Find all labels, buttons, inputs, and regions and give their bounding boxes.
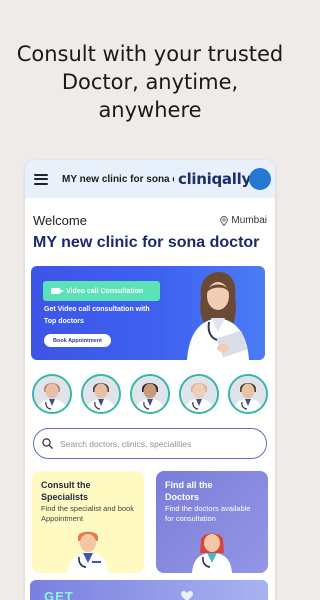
consult-specialists-card[interactable]: Consult the Specialists Find the special… bbox=[32, 471, 144, 573]
video-consultation-banner[interactable]: Video call Consultation Get Video call c… bbox=[31, 266, 265, 360]
find-doctors-title: Find all the Doctors bbox=[165, 480, 213, 502]
welcome-row: Welcome Mumbai bbox=[25, 213, 275, 228]
doctor-5-portrait bbox=[230, 376, 266, 412]
cliniqally-logo: cliniqally bbox=[178, 170, 251, 188]
clinic-title: MY new clinic for sona doctor bbox=[33, 234, 260, 251]
video-call-tag-label: Video call Consultation bbox=[66, 287, 144, 295]
banner-description: Get Video call consultation with Top doc… bbox=[44, 306, 150, 325]
doctor-avatar[interactable] bbox=[179, 374, 219, 414]
search-placeholder: Search doctors, clinics, specialities bbox=[60, 438, 192, 449]
phone-screen: MY new clinic for sona doctor cliniqally… bbox=[25, 160, 275, 600]
female-doctor-illustration bbox=[187, 272, 249, 360]
promo-line-1: Consult with your trusted bbox=[16, 42, 284, 66]
hamburger-icon[interactable] bbox=[34, 173, 48, 185]
app-bar-title: MY new clinic for sona doctor bbox=[62, 173, 174, 185]
doctor-avatar[interactable] bbox=[32, 374, 72, 414]
bottom-promo-text: GET bbox=[44, 589, 74, 600]
bottom-promo-banner[interactable]: GET bbox=[30, 580, 268, 600]
doctor-3-portrait bbox=[132, 376, 168, 412]
location-selector[interactable]: Mumbai bbox=[220, 215, 267, 226]
doctor-1-portrait bbox=[34, 376, 70, 412]
video-call-tag: Video call Consultation bbox=[43, 281, 160, 301]
doctor-avatar[interactable] bbox=[81, 374, 121, 414]
profile-avatar[interactable] bbox=[249, 168, 271, 190]
video-camera-icon bbox=[51, 288, 64, 294]
doctor-2-portrait bbox=[83, 376, 119, 412]
find-doctors-card[interactable]: Find all the Doctors Find the doctors av… bbox=[156, 471, 268, 573]
consult-specialists-subtitle: Find the specialist and book Appointment bbox=[41, 504, 134, 523]
feature-cards: Consult the Specialists Find the special… bbox=[25, 471, 275, 573]
promo-headline: Consult with your trusted Doctor, anytim… bbox=[0, 40, 300, 124]
location-text: Mumbai bbox=[231, 215, 267, 226]
search-icon bbox=[42, 438, 53, 449]
app-bar: MY new clinic for sona doctor cliniqally bbox=[25, 160, 275, 198]
male-doctor-illustration bbox=[68, 531, 108, 573]
promo-line-3: anywhere bbox=[98, 98, 202, 122]
book-appointment-button[interactable]: Book Appointment bbox=[44, 334, 111, 347]
search-bar[interactable]: Search doctors, clinics, specialities bbox=[33, 428, 267, 459]
heart-icon bbox=[181, 591, 193, 600]
doctor-4-portrait bbox=[181, 376, 217, 412]
find-doctors-subtitle: Find the doctors available for consultat… bbox=[165, 504, 251, 523]
doctor-avatar[interactable] bbox=[130, 374, 170, 414]
location-pin-icon bbox=[220, 215, 229, 226]
consult-specialists-title: Consult the Specialists bbox=[41, 480, 91, 502]
doctor-avatars-row bbox=[25, 374, 275, 414]
promo-line-2: Doctor, anytime, bbox=[61, 70, 239, 94]
welcome-text: Welcome bbox=[33, 213, 87, 228]
female-doctor-card-illustration bbox=[192, 533, 232, 573]
doctor-avatar[interactable] bbox=[228, 374, 268, 414]
